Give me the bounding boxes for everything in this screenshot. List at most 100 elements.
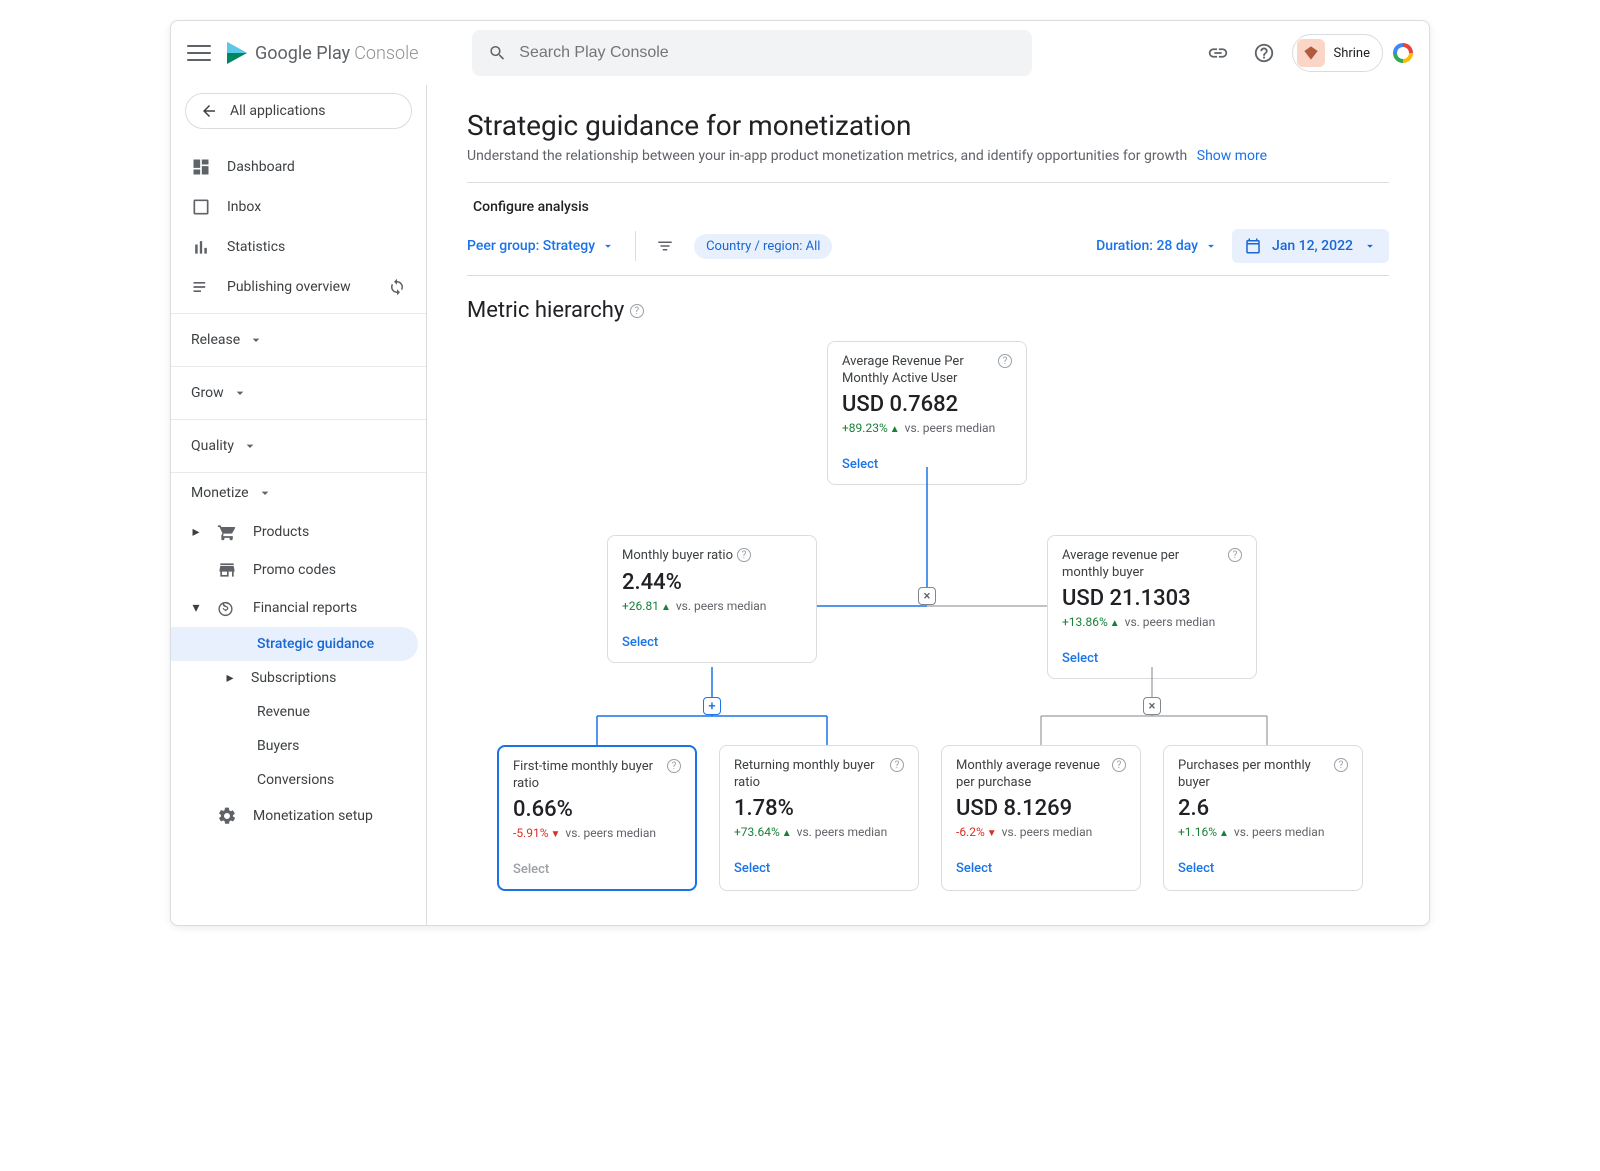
page-title: Strategic guidance for monetization xyxy=(467,109,1389,142)
main-content: Strategic guidance for monetization Unde… xyxy=(427,85,1429,925)
nav-label: Promo codes xyxy=(253,562,336,578)
dashboard-icon xyxy=(191,157,211,177)
help-tooltip-icon[interactable]: ? xyxy=(998,354,1012,368)
help-tooltip-icon[interactable]: ? xyxy=(667,759,681,773)
nav-primary-section: Dashboard Inbox Statistics Publishing ov… xyxy=(171,141,426,314)
nav-revenue[interactable]: Revenue xyxy=(171,695,426,729)
link-icon[interactable] xyxy=(1200,35,1236,71)
chevron-down-icon xyxy=(257,485,273,501)
card-select-link[interactable]: Select xyxy=(622,635,802,650)
nav-label: Inbox xyxy=(227,199,261,215)
card-value: 1.78% xyxy=(734,796,904,821)
peer-group-label: Peer group: Strategy xyxy=(467,238,595,254)
back-all-apps[interactable]: All applications xyxy=(185,93,412,129)
help-tooltip-icon[interactable]: ? xyxy=(1112,758,1126,772)
nav-label: Products xyxy=(253,524,309,540)
card-value: USD 21.1303 xyxy=(1062,586,1242,611)
configure-analysis-label: Configure analysis xyxy=(467,183,1389,225)
stats-icon xyxy=(191,237,211,257)
nav-section-label: Monetize xyxy=(191,485,249,501)
topbar-right: Shrine xyxy=(1200,34,1413,72)
nav-section-label: Quality xyxy=(191,438,234,454)
nav-monetize-header[interactable]: Monetize xyxy=(171,473,426,513)
card-delta: -6.2%▼ vs. peers median xyxy=(956,825,1126,839)
nav-label: Subscriptions xyxy=(251,670,336,686)
help-tooltip-icon[interactable]: ? xyxy=(890,758,904,772)
app-selector-chip[interactable]: Shrine xyxy=(1292,34,1383,72)
nav-label: Revenue xyxy=(257,704,310,720)
connector xyxy=(711,667,713,701)
card-select-link[interactable]: Select xyxy=(956,861,1126,876)
help-tooltip-icon[interactable]: ? xyxy=(1334,758,1348,772)
nav-label: Conversions xyxy=(257,772,334,788)
card-returning-buyer-ratio: Returning monthly buyer ratio ? 1.78% +7… xyxy=(719,745,919,891)
nav-grow-header[interactable]: Grow xyxy=(171,373,426,413)
menu-icon[interactable] xyxy=(187,41,211,65)
nav-release-section: Release xyxy=(171,314,426,367)
nav-dashboard[interactable]: Dashboard xyxy=(171,147,426,187)
chevron-down-icon xyxy=(242,438,258,454)
nav-grow-section: Grow xyxy=(171,367,426,420)
nav-section-label: Release xyxy=(191,332,240,348)
help-tooltip-icon[interactable]: ? xyxy=(1228,548,1242,562)
nav-buyers[interactable]: Buyers xyxy=(171,729,426,763)
nav-financial[interactable]: ▾ Financial reports xyxy=(171,589,426,627)
search-bar[interactable] xyxy=(472,30,1032,76)
nav-statistics[interactable]: Statistics xyxy=(171,227,426,267)
card-select-link[interactable]: Select xyxy=(1178,861,1348,876)
nav-inbox[interactable]: Inbox xyxy=(171,187,426,227)
google-account-icon[interactable] xyxy=(1393,43,1413,63)
nav-strategic-guidance[interactable]: Strategic guidance xyxy=(171,627,418,661)
show-more-link[interactable]: Show more xyxy=(1197,148,1267,164)
app-frame: Google Play Console Shrine xyxy=(170,20,1430,926)
sidebar: All applications Dashboard Inbox Statist… xyxy=(171,85,427,925)
filter-icon[interactable] xyxy=(656,237,674,255)
help-tooltip-icon[interactable]: ? xyxy=(630,304,644,318)
card-select-link[interactable]: Select xyxy=(734,861,904,876)
leaf-row: First-time monthly buyer ratio ? 0.66% -… xyxy=(497,745,1429,891)
card-title: Monthly buyer ratio ? xyxy=(622,548,802,566)
nav-monetization-setup[interactable]: Monetization setup xyxy=(171,797,426,835)
nav-conversions[interactable]: Conversions xyxy=(171,763,426,797)
card-value: USD 0.7682 xyxy=(842,392,1012,417)
app-name: Shrine xyxy=(1333,46,1370,61)
config-row: Peer group: Strategy Country / region: A… xyxy=(467,225,1389,276)
search-input[interactable] xyxy=(519,44,1016,62)
card-arpmb: Average revenue per monthly buyer ? USD … xyxy=(1047,535,1257,679)
help-icon[interactable] xyxy=(1246,35,1282,71)
date-label: Jan 12, 2022 xyxy=(1272,238,1353,254)
gear-icon xyxy=(217,806,237,826)
card-select-link[interactable]: Select xyxy=(1062,651,1242,666)
product-logo[interactable]: Google Play Console xyxy=(227,42,418,64)
play-triangle-icon xyxy=(227,42,247,64)
caret-down-icon: ▾ xyxy=(191,600,201,616)
duration-selector[interactable]: Duration: 28 day xyxy=(1096,238,1218,254)
nav-promo[interactable]: Promo codes xyxy=(171,551,426,589)
peer-group-selector[interactable]: Peer group: Strategy xyxy=(467,238,615,254)
nav-label: Buyers xyxy=(257,738,299,754)
nav-release-header[interactable]: Release xyxy=(171,320,426,360)
card-title: Average Revenue Per Monthly Active User … xyxy=(842,354,1012,388)
dropdown-arrow-icon xyxy=(1204,239,1218,253)
card-arpmau: Average Revenue Per Monthly Active User … xyxy=(827,341,1027,485)
card-value: 0.66% xyxy=(513,797,681,822)
nav-label: Statistics xyxy=(227,239,285,255)
card-title: Purchases per monthly buyer ? xyxy=(1178,758,1348,792)
nav-publishing[interactable]: Publishing overview xyxy=(171,267,426,307)
page-subtitle: Understand the relationship between your… xyxy=(467,148,1389,164)
nav-quality-header[interactable]: Quality xyxy=(171,426,426,466)
card-delta: +13.86%▲ vs. peers median xyxy=(1062,615,1242,629)
nav-products[interactable]: ▸ Products xyxy=(171,513,426,551)
region-chip[interactable]: Country / region: All xyxy=(694,234,832,259)
chevron-down-icon xyxy=(248,332,264,348)
date-selector[interactable]: Jan 12, 2022 xyxy=(1232,229,1389,263)
app-avatar xyxy=(1297,39,1325,67)
publishing-icon xyxy=(191,277,211,297)
duration-label: Duration: 28 day xyxy=(1096,238,1198,254)
search-icon xyxy=(488,43,507,63)
nav-subscriptions[interactable]: ▸ Subscriptions xyxy=(171,661,426,695)
card-select-link: Select xyxy=(513,862,681,877)
card-first-time-buyer-ratio: First-time monthly buyer ratio ? 0.66% -… xyxy=(497,745,697,891)
help-tooltip-icon[interactable]: ? xyxy=(737,548,751,562)
card-select-link[interactable]: Select xyxy=(842,457,1012,472)
